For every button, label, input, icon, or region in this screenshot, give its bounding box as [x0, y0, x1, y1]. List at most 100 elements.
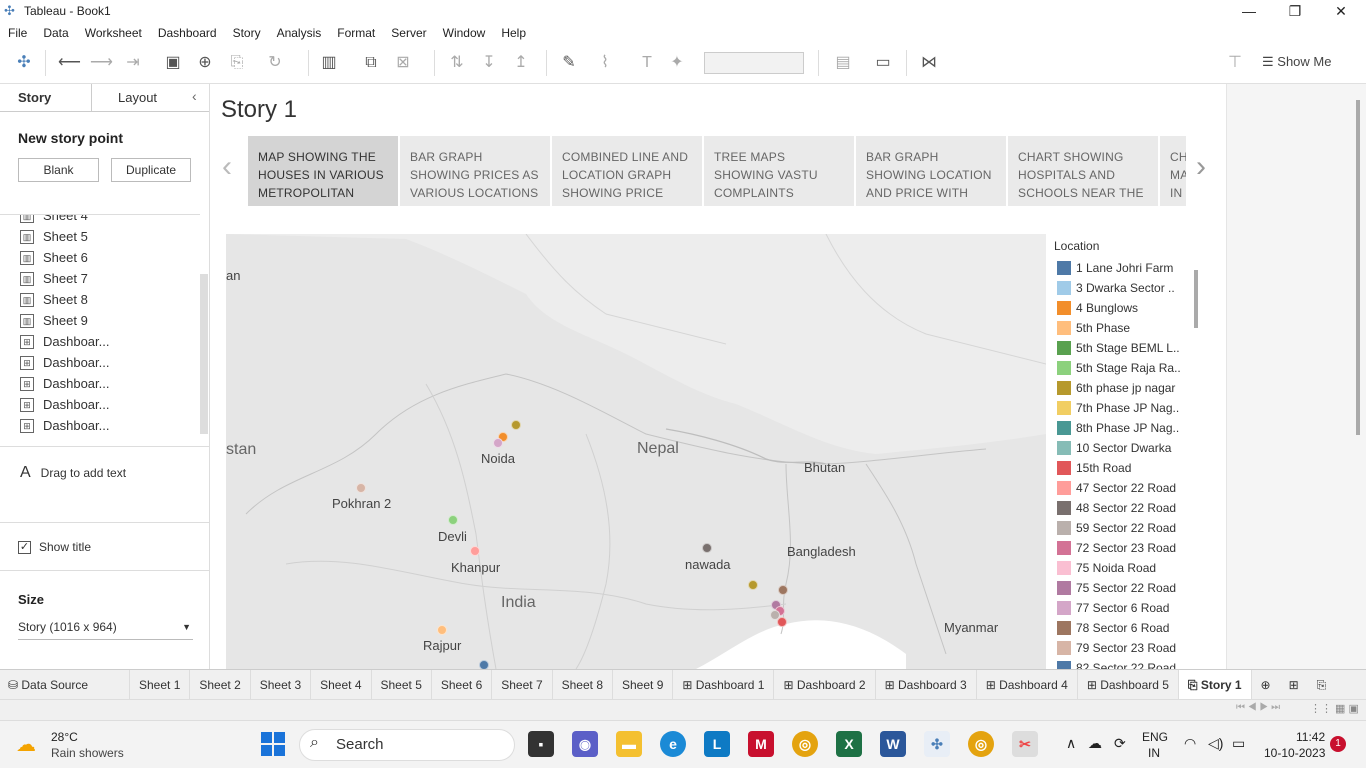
map-mark[interactable] — [702, 543, 712, 553]
new-worksheet-icon[interactable]: ▥ — [318, 52, 340, 74]
next-story-point-icon[interactable]: › — [1196, 150, 1206, 184]
tab-layout[interactable]: Layout — [92, 84, 184, 112]
windows-start-icon[interactable] — [261, 732, 285, 756]
tab-sheet-9[interactable]: Sheet 9 — [613, 669, 674, 700]
duplicate-sheet-icon[interactable]: ⧉ — [360, 52, 382, 74]
tab-dashboard-4[interactable]: ⊞ Dashboard 4 — [977, 669, 1078, 700]
clock-time[interactable]: 11:42 — [1296, 730, 1325, 744]
pin-icon[interactable]: ⊤ — [1224, 52, 1246, 74]
tab-data-source[interactable]: ⛁ Data Source — [0, 669, 130, 700]
presentation-mode-icon[interactable]: ▭ — [872, 52, 894, 74]
legend-item[interactable]: 75 Sector 22 Road — [1050, 578, 1200, 598]
menu-dashboard[interactable]: Dashboard — [150, 26, 225, 40]
previous-story-point-icon[interactable]: ‹ — [222, 150, 232, 184]
tab-story-1[interactable]: ⎘ Story 1 — [1178, 669, 1252, 700]
swap-rows-columns-icon[interactable]: ⇅ — [446, 52, 468, 74]
legend-item[interactable]: 48 Sector 22 Road — [1050, 498, 1200, 518]
file-explorer-icon[interactable]: ▬ — [616, 731, 642, 757]
list-item[interactable]: ▥ Sheet 6 — [0, 247, 200, 268]
story-point-5[interactable]: BAR GRAPH SHOWING LOCATION AND PRICE WIT… — [856, 136, 1006, 206]
clock-date[interactable]: 10-10-2023 — [1264, 746, 1325, 760]
task-view-icon[interactable]: ▪ — [528, 731, 554, 757]
list-item[interactable]: ▥ Sheet 5 — [0, 226, 200, 247]
tab-scroll-arrows-icon[interactable]: ⏮ ◀ ▶ ⏭ — [1236, 702, 1280, 713]
new-dashboard-tab-icon[interactable]: ⊞ — [1280, 670, 1308, 700]
new-story-tab-icon[interactable]: ⎘ — [1308, 670, 1336, 700]
wifi-icon[interactable]: ◠ — [1184, 735, 1196, 752]
notification-badge[interactable]: 1 — [1330, 736, 1346, 752]
menu-analysis[interactable]: Analysis — [269, 26, 330, 40]
tab-sheet-5[interactable]: Sheet 5 — [372, 669, 432, 700]
share-icon[interactable]: ⋈ — [918, 52, 940, 74]
legend-item[interactable]: 5th Stage Raja Ra.. — [1050, 358, 1200, 378]
map-mark[interactable] — [748, 580, 758, 590]
legend-item[interactable]: 72 Sector 23 Road — [1050, 538, 1200, 558]
menu-window[interactable]: Window — [435, 26, 494, 40]
legend-item[interactable]: 82 Sector 22 Road — [1050, 658, 1200, 669]
tab-dashboard-5[interactable]: ⊞ Dashboard 5 — [1078, 669, 1179, 700]
tab-dashboard-1[interactable]: ⊞ Dashboard 1 — [673, 669, 775, 700]
weather-icon[interactable]: ☁ — [16, 732, 36, 757]
new-data-source-icon[interactable]: ⊕ — [194, 52, 216, 74]
map-mark[interactable] — [448, 515, 458, 525]
restore-button[interactable]: ❐ — [1272, 0, 1318, 22]
battery-icon[interactable]: ▭ — [1232, 735, 1245, 752]
excel-icon[interactable]: X — [836, 731, 862, 757]
show-cards-icon[interactable]: ▤ — [832, 52, 854, 74]
fix-axes-icon[interactable]: ✦ — [666, 52, 688, 74]
region-indicator[interactable]: IN — [1148, 746, 1160, 760]
story-point-2[interactable]: BAR GRAPH SHOWING PRICES AS VARIOUS LOCA… — [400, 136, 550, 206]
legend-item[interactable]: 3 Dwarka Sector .. — [1050, 278, 1200, 298]
list-item[interactable]: ⊞ Dashboar... — [0, 373, 200, 394]
tab-sheet-4[interactable]: Sheet 4 — [311, 669, 372, 700]
show-me-button[interactable]: ☰ Show Me — [1262, 54, 1331, 70]
legend-item[interactable]: 5th Stage BEML L.. — [1050, 338, 1200, 358]
tab-dashboard-2[interactable]: ⊞ Dashboard 2 — [774, 669, 876, 700]
sync-icon[interactable]: ⟳ — [1114, 735, 1126, 752]
save-icon[interactable]: ▣ — [162, 52, 184, 74]
list-item[interactable]: ⊞ Dashboar... — [0, 352, 200, 373]
tableau-home-icon[interactable]: ✣ — [13, 52, 35, 74]
collapse-panel-icon[interactable]: ‹ — [192, 88, 197, 104]
legend-item[interactable]: 8th Phase JP Nag.. — [1050, 418, 1200, 438]
story-point-1[interactable]: MAP SHOWING THE HOUSES IN VARIOUS METROP… — [248, 136, 398, 206]
legend-item[interactable]: 6th phase jp nagar — [1050, 378, 1200, 398]
list-item[interactable]: ▥ Sheet 8 — [0, 289, 200, 310]
story-point-6[interactable]: CHART SHOWING HOSPITALS AND SCHOOLS NEAR… — [1008, 136, 1158, 206]
weather-desc[interactable]: Rain showers — [51, 746, 124, 760]
legend-item[interactable]: 7th Phase JP Nag.. — [1050, 398, 1200, 418]
view-toggle-icon[interactable]: ⋮⋮ ▦ ▣ — [1310, 702, 1359, 715]
blank-button[interactable]: Blank — [18, 158, 99, 182]
tab-sheet-7[interactable]: Sheet 7 — [492, 669, 553, 700]
mcafee-icon[interactable]: M — [748, 731, 774, 757]
map-mark[interactable] — [777, 617, 787, 627]
word-icon[interactable]: W — [880, 731, 906, 757]
menu-data[interactable]: Data — [35, 26, 76, 40]
legend-item[interactable]: 78 Sector 6 Road — [1050, 618, 1200, 638]
legend-item[interactable]: 77 Sector 6 Road — [1050, 598, 1200, 618]
tab-sheet-1[interactable]: Sheet 1 — [130, 669, 191, 700]
pause-updates-icon[interactable]: ⎘ — [226, 52, 248, 74]
menu-file[interactable]: File — [0, 26, 35, 40]
drag-text-item[interactable]: A Drag to add text — [20, 464, 126, 482]
highlight-icon[interactable]: ✎ — [558, 52, 580, 74]
lenovo-icon[interactable]: L — [704, 731, 730, 757]
map-mark[interactable] — [470, 546, 480, 556]
list-item[interactable]: ⊞ Dashboar... — [0, 331, 200, 352]
legend-item[interactable]: 1 Lane Johri Farm — [1050, 258, 1200, 278]
menu-worksheet[interactable]: Worksheet — [77, 26, 150, 40]
legend-item[interactable]: 15th Road — [1050, 458, 1200, 478]
tableau-taskbar-icon[interactable]: ✣ — [924, 731, 950, 757]
story-point-4[interactable]: TREE MAPS SHOWING VASTU COMPLAINTS — [704, 136, 854, 206]
menu-server[interactable]: Server — [383, 26, 434, 40]
sort-ascending-icon[interactable]: ↧ — [478, 52, 500, 74]
map-view[interactable]: Nepal Bhutan Bangladesh India Myanmar No… — [226, 234, 1046, 669]
menu-story[interactable]: Story — [225, 26, 269, 40]
legend-item[interactable]: 59 Sector 22 Road — [1050, 518, 1200, 538]
show-title-checkbox[interactable]: ✓ Show title — [18, 540, 91, 554]
chrome-profile-icon[interactable]: ◎ — [968, 731, 994, 757]
menu-format[interactable]: Format — [329, 26, 383, 40]
sheet-list-scrollbar[interactable] — [200, 274, 208, 434]
undo-icon[interactable]: ⟵ — [58, 52, 81, 74]
story-point-3[interactable]: COMBINED LINE AND LOCATION GRAPH SHOWING… — [552, 136, 702, 206]
